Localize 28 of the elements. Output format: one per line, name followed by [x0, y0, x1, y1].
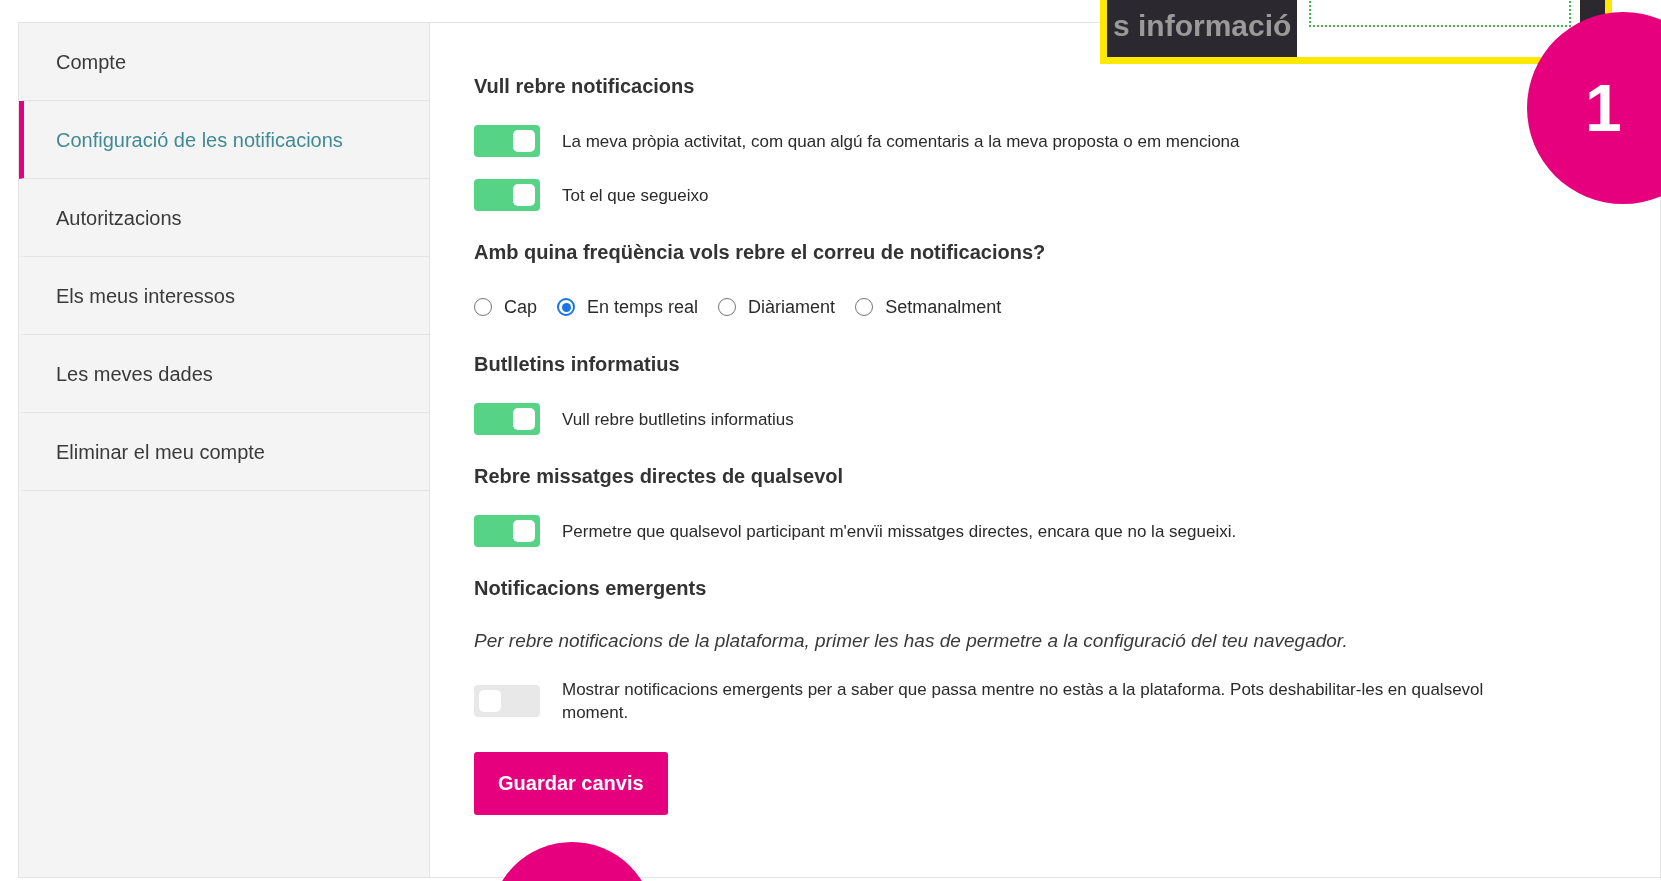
section-heading: Butlletins informatius: [474, 352, 681, 377]
sidebar-item[interactable]: Eliminar el meu compte: [19, 413, 429, 491]
toggle-label: Permetre que qualsevol participant m'envïi missatges directes, encara que no la segueixi.: [562, 520, 1238, 543]
toggle-label: La meva pròpia activitat, com quan algú fa comentaris a la meva proposta o em menciona: [562, 130, 1241, 153]
sidebar-item[interactable]: Els meus interessos: [19, 257, 429, 335]
toggle-label: Mostrar notificacions emergents per a saber que passa mentre no estàs a la plataforma. Pots deshabilitar-les en qualsevol moment.: [562, 678, 1485, 724]
step-badge: 1: [1527, 12, 1661, 204]
radio-option[interactable]: Diàriament: [718, 293, 836, 321]
section-heading: Vull rebre notificacions: [474, 74, 696, 99]
save-button[interactable]: Guardar canvis: [474, 751, 668, 815]
banner-text: s informació: [1107, 0, 1298, 57]
toggle-switch[interactable]: [474, 179, 540, 211]
radio-option[interactable]: Cap: [474, 293, 538, 321]
section-heading: Rebre missatges directes de qualsevol: [474, 464, 845, 489]
sidebar-item[interactable]: Configuració de les notificacions: [19, 101, 429, 179]
toggle-switch[interactable]: [474, 125, 540, 157]
radio-option[interactable]: En temps real: [557, 293, 699, 321]
radio-option[interactable]: Setmanalment: [855, 293, 1002, 321]
toggle-label: Tot el que segueixo: [562, 184, 710, 207]
sidebar-item[interactable]: Compte: [19, 23, 429, 101]
toggle-label: Vull rebre butlletins informatius: [562, 408, 795, 431]
sidebar-item[interactable]: Autoritzacions: [19, 179, 429, 257]
sidebar-item[interactable]: Les meves dades: [19, 335, 429, 413]
toggle-switch[interactable]: [474, 403, 540, 435]
section-heading: Notificacions emergents: [474, 576, 708, 601]
section-heading: Amb quina freqüència vols rebre el correu de notificacions?: [474, 240, 1047, 265]
help-text: Per rebre notificacions de la plataforma, primer les has de permetre a la configuració del teu navegador.: [474, 629, 1349, 653]
toggle-switch[interactable]: [474, 515, 540, 547]
